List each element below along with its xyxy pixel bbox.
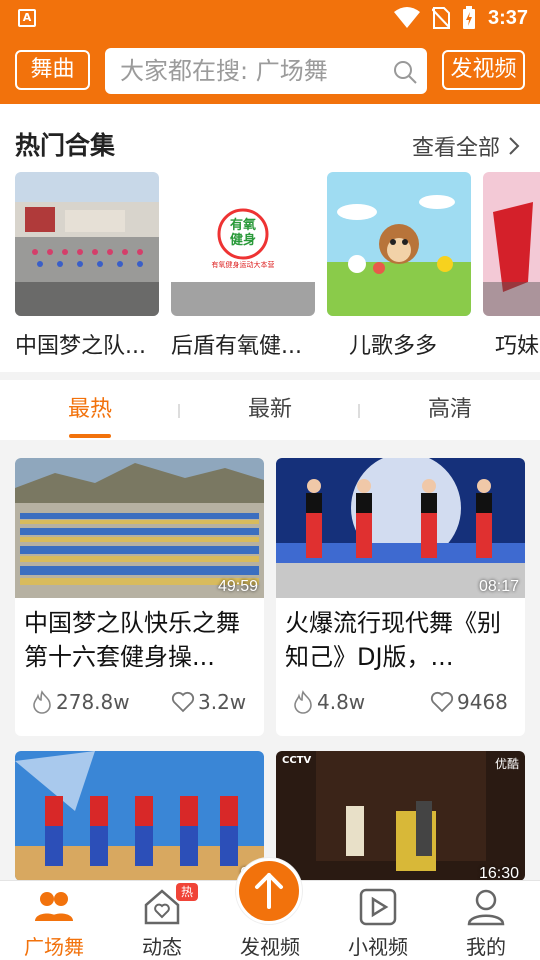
section-title: 热门合集 bbox=[15, 131, 116, 160]
play-count-value: 4.8w bbox=[317, 690, 366, 714]
video-duration: 16:30 bbox=[478, 865, 519, 881]
video-card[interactable]: CCTV 优酷 16:30 bbox=[276, 751, 525, 881]
post-video-button[interactable]: 发视频 bbox=[442, 50, 525, 90]
no-sim-icon bbox=[431, 7, 450, 29]
nav-label: 小视频 bbox=[348, 935, 408, 959]
app-notification-icon: A bbox=[18, 9, 36, 27]
heart-icon bbox=[430, 691, 454, 713]
video-stats: 278.8w 3.2w bbox=[15, 682, 264, 736]
video-duration: 08:17 bbox=[478, 578, 519, 595]
tv-logo: CCTV bbox=[282, 755, 312, 766]
video-thumbnail: 08:17 bbox=[276, 458, 525, 598]
video-card[interactable]: 49:59 中国梦之队快乐之舞第十六套健身操... 278.8w 3.2w bbox=[15, 458, 264, 736]
video-title: 中国梦之队快乐之舞第十六套健身操... bbox=[24, 609, 240, 671]
collection-thumbnail bbox=[15, 172, 159, 316]
collection-thumbnail bbox=[483, 172, 540, 316]
collection-label: 巧妹 bbox=[495, 334, 540, 359]
tab-hottest[interactable]: 最热 bbox=[0, 380, 180, 440]
chevron-right-icon bbox=[509, 137, 520, 155]
nav-feed[interactable]: 热 动态 bbox=[108, 881, 216, 960]
clock: 3:37 bbox=[487, 6, 528, 29]
hot-badge: 热 bbox=[176, 883, 198, 901]
video-card[interactable]: 08:17 火爆流行现代舞《别知己》DJ版，... 4.8w 9468 bbox=[276, 458, 525, 736]
active-tab-indicator bbox=[69, 434, 111, 438]
corner-tag: 优酷 bbox=[494, 757, 519, 771]
collection-card[interactable]: 有氧健身 有氧健身运动大本营 后盾有氧健... bbox=[171, 172, 315, 360]
collection-card[interactable]: 儿歌多多 bbox=[327, 172, 471, 360]
hot-collections-section: 热门合集 查看全部 中国梦之队... 有氧健身 有氧健身运动大本营 后盾有氧健.… bbox=[0, 104, 540, 372]
flame-icon bbox=[294, 690, 312, 714]
search-placeholder: 大家都在搜: 广场舞 bbox=[120, 57, 328, 85]
video-thumbnail: 06 bbox=[15, 751, 264, 881]
battery-charging-icon bbox=[462, 6, 475, 29]
like-count-value: 3.2w bbox=[198, 690, 247, 714]
dance-music-button[interactable]: 舞曲 bbox=[15, 50, 90, 90]
collection-card[interactable]: 中国梦之队... bbox=[15, 172, 159, 360]
play-count: 4.8w bbox=[292, 690, 365, 714]
fitness-logo-caption: 有氧健身运动大本营 bbox=[211, 261, 275, 269]
top-bar: 舞曲 大家都在搜: 广场舞 发视频 bbox=[0, 36, 540, 104]
collection-label: 后盾有氧健... bbox=[171, 334, 302, 359]
play-count: 278.8w bbox=[31, 690, 130, 714]
heart-icon bbox=[171, 691, 195, 713]
video-card[interactable]: 06 bbox=[15, 751, 264, 881]
status-bar: A 3:37 bbox=[0, 0, 540, 36]
fitness-logo-text: 有氧健身 bbox=[229, 218, 256, 248]
search-icon[interactable] bbox=[393, 60, 417, 84]
upload-arrow-icon bbox=[255, 873, 283, 909]
post-video-fab[interactable] bbox=[236, 858, 302, 924]
tab-newest[interactable]: 最新 bbox=[180, 380, 360, 440]
flame-icon bbox=[33, 690, 51, 714]
play-count-value: 278.8w bbox=[56, 690, 130, 714]
collection-label: 中国梦之队... bbox=[15, 334, 146, 359]
nav-label: 广场舞 bbox=[24, 935, 84, 959]
nav-label: 发视频 bbox=[240, 935, 300, 959]
nav-label: 我的 bbox=[466, 935, 506, 959]
sort-tabs: 最热 最新 高清 bbox=[0, 380, 540, 440]
search-input[interactable]: 大家都在搜: 广场舞 bbox=[105, 48, 427, 94]
video-stats: 4.8w 9468 bbox=[276, 682, 525, 736]
collection-label: 儿歌多多 bbox=[349, 334, 438, 359]
nav-square-dance[interactable]: 广场舞 bbox=[0, 881, 108, 960]
nav-profile[interactable]: 我的 bbox=[432, 881, 540, 960]
like-count-value: 9468 bbox=[457, 690, 508, 714]
nav-short-video[interactable]: 小视频 bbox=[324, 881, 432, 960]
like-count[interactable]: 3.2w bbox=[171, 690, 246, 714]
people-icon bbox=[35, 892, 73, 921]
tab-hd[interactable]: 高清 bbox=[360, 380, 540, 440]
wifi-icon bbox=[393, 7, 420, 28]
like-count[interactable]: 9468 bbox=[430, 690, 508, 714]
collection-thumbnail bbox=[327, 172, 471, 316]
video-thumbnail: CCTV 优酷 16:30 bbox=[276, 751, 525, 881]
play-square-icon bbox=[359, 888, 397, 926]
collection-thumbnail: 有氧健身 有氧健身运动大本营 bbox=[171, 172, 315, 316]
video-thumbnail: 49:59 bbox=[15, 458, 264, 598]
nav-label: 动态 bbox=[142, 935, 182, 959]
video-duration: 49:59 bbox=[217, 578, 258, 595]
view-all-label: 查看全部 bbox=[411, 136, 500, 161]
video-title: 火爆流行现代舞《别知己》DJ版，... bbox=[285, 609, 501, 671]
system-icons: 3:37 bbox=[393, 4, 528, 32]
hot-collections-list[interactable]: 中国梦之队... 有氧健身 有氧健身运动大本营 后盾有氧健... 儿歌多多 巧妹 bbox=[15, 172, 540, 362]
collection-card[interactable]: 巧妹 bbox=[483, 172, 540, 360]
view-all-link[interactable]: 查看全部 bbox=[412, 130, 520, 162]
user-icon bbox=[467, 889, 505, 926]
